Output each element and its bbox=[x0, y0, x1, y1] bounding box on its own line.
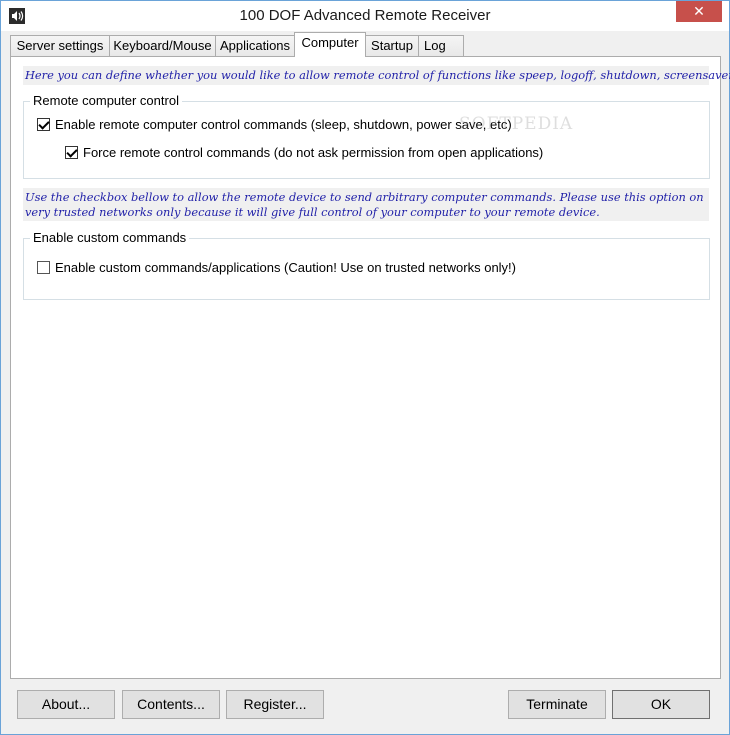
force-remote-checkbox[interactable] bbox=[65, 146, 78, 159]
close-button[interactable]: ✕ bbox=[676, 1, 722, 22]
enable-custom-checkbox[interactable] bbox=[37, 261, 50, 274]
enable-remote-label: Enable remote computer control commands … bbox=[55, 117, 512, 132]
tab-log[interactable]: Log bbox=[418, 35, 464, 56]
window-title: 100 DOF Advanced Remote Receiver bbox=[239, 7, 491, 24]
tab-startup[interactable]: Startup bbox=[365, 35, 419, 56]
enable-remote-checkbox[interactable] bbox=[37, 118, 50, 131]
title-bar[interactable]: 100 DOF Advanced Remote Receiver ✕ bbox=[1, 1, 729, 31]
custom-commands-group-legend: Enable custom commands bbox=[30, 230, 190, 245]
terminate-button[interactable]: Terminate bbox=[508, 690, 606, 719]
tab-computer[interactable]: Computer bbox=[294, 32, 366, 57]
remote-control-group-legend: Remote computer control bbox=[30, 93, 182, 108]
about-button[interactable]: About... bbox=[17, 690, 115, 719]
intro-info-text: Here you can define whether you would li… bbox=[23, 66, 730, 85]
enable-custom-label: Enable custom commands/applications (Cau… bbox=[55, 260, 516, 275]
force-remote-label: Force remote control commands (do not as… bbox=[83, 145, 544, 160]
custom-commands-group: Enable custom commands Enable custom com… bbox=[23, 230, 710, 300]
close-icon: ✕ bbox=[693, 3, 705, 19]
tab-strip: Server settings Keyboard/Mouse Applicati… bbox=[10, 32, 720, 57]
tab-server-settings[interactable]: Server settings bbox=[10, 35, 110, 56]
enable-remote-row[interactable]: Enable remote computer control commands … bbox=[37, 117, 512, 132]
custom-info-text: Use the checkbox bellow to allow the rem… bbox=[23, 188, 709, 221]
computer-tab-panel: Here you can define whether you would li… bbox=[10, 56, 730, 679]
force-remote-row[interactable]: Force remote control commands (do not as… bbox=[65, 145, 543, 160]
tab-applications[interactable]: Applications bbox=[215, 35, 295, 56]
main-window: 100 DOF Advanced Remote Receiver ✕ Serve… bbox=[0, 0, 730, 735]
ok-button[interactable]: OK bbox=[612, 690, 710, 719]
tab-keyboard-mouse[interactable]: Keyboard/Mouse bbox=[109, 35, 216, 56]
remote-control-group: Remote computer control Enable remote co… bbox=[23, 93, 710, 179]
contents-button[interactable]: Contents... bbox=[122, 690, 220, 719]
register-button[interactable]: Register... bbox=[226, 690, 324, 719]
enable-custom-row[interactable]: Enable custom commands/applications (Cau… bbox=[37, 260, 516, 275]
